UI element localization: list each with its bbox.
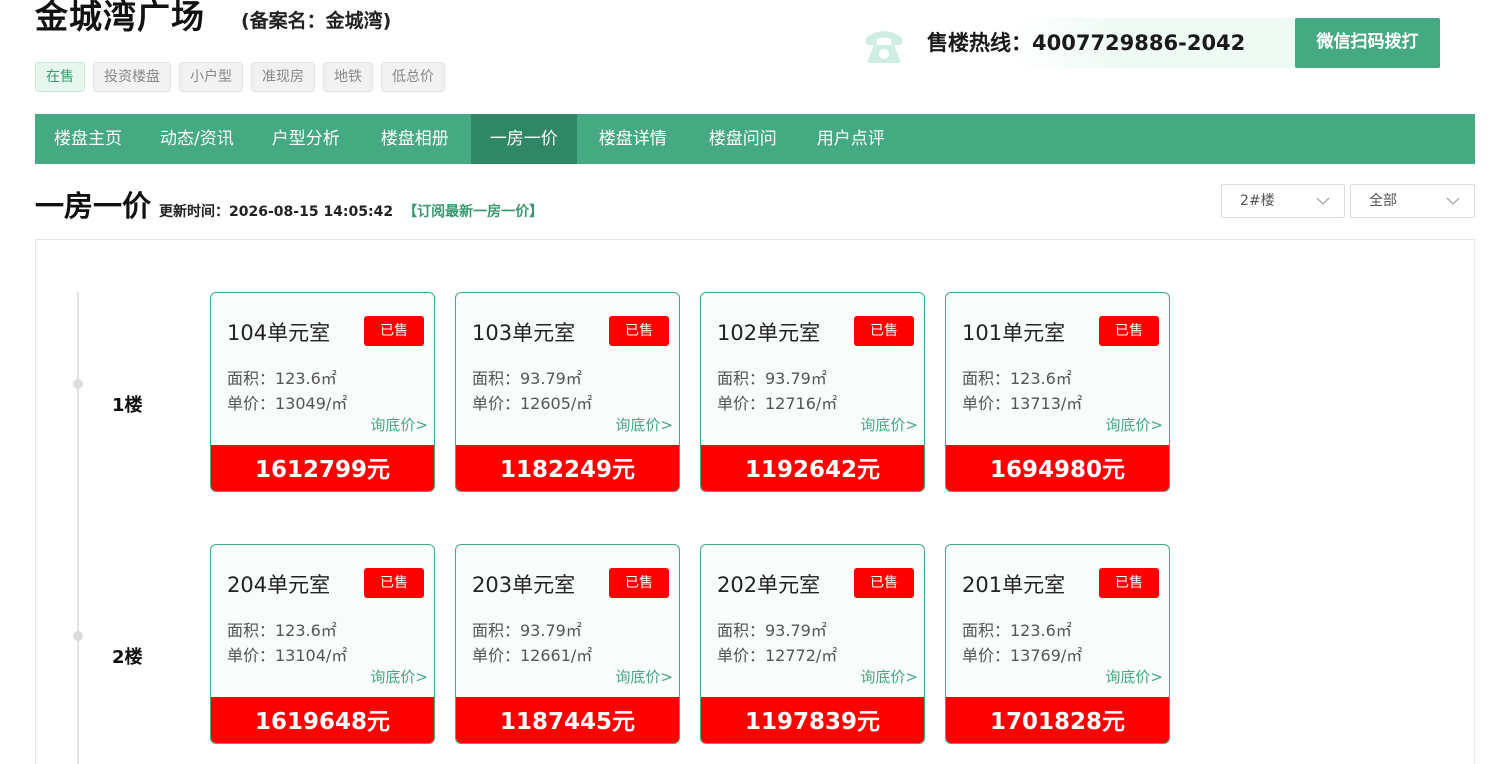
- nav-album[interactable]: 楼盘相册: [359, 114, 471, 164]
- unit-room: 202单元室: [717, 573, 821, 597]
- nav-price-list[interactable]: 一房一价: [470, 114, 577, 164]
- unit-room: 101单元室: [962, 321, 1066, 345]
- nav-details[interactable]: 楼盘详情: [577, 114, 689, 164]
- tag-on-sale: 在售: [35, 62, 85, 92]
- total-price: 1187445元: [456, 697, 679, 743]
- ask-lowest-price-link[interactable]: 询底价>: [615, 414, 673, 435]
- unit-price: 单价：12772/㎡: [717, 646, 838, 665]
- floor-timeline: [77, 292, 79, 764]
- unit-card[interactable]: 101单元室 已售 面积：123.6㎡ 单价：13713/㎡ 询底价> 1694…: [945, 292, 1170, 492]
- filter-select-value: 全部: [1369, 193, 1397, 209]
- total-price: 1694980元: [946, 445, 1169, 491]
- ask-lowest-price-link[interactable]: 询底价>: [1105, 414, 1163, 435]
- nav-reviews[interactable]: 用户点评: [797, 114, 905, 164]
- total-price: 1192642元: [701, 445, 924, 491]
- status-badge: 已售: [854, 568, 914, 598]
- status-badge: 已售: [1099, 316, 1159, 346]
- wechat-scan-call-button[interactable]: 微信扫码拨打: [1295, 18, 1440, 68]
- unit-room: 103单元室: [472, 321, 576, 345]
- hotline-text: 售楼热线：4007729886-2042: [927, 31, 1246, 55]
- floor-label: 2楼: [112, 647, 143, 668]
- tag-metro: 地铁: [323, 62, 373, 92]
- timeline-dot: [73, 379, 83, 389]
- unit-card[interactable]: 103单元室 已售 面积：93.79㎡ 单价：12605/㎡ 询底价> 1182…: [455, 292, 680, 492]
- project-alias: (备案名：金城湾): [241, 10, 392, 32]
- nav-home[interactable]: 楼盘主页: [35, 114, 141, 164]
- unit-room: 104单元室: [227, 321, 331, 345]
- tag-investment: 投资楼盘: [93, 62, 171, 92]
- unit-price: 单价：12661/㎡: [472, 646, 593, 665]
- unit-price: 单价：12716/㎡: [717, 394, 838, 413]
- project-title: 金城湾广场: [35, 0, 205, 36]
- update-time: 更新时间：2026-08-15 14:05:42: [159, 204, 394, 220]
- filter-select[interactable]: 全部: [1350, 184, 1475, 218]
- unit-card[interactable]: 102单元室 已售 面积：93.79㎡ 单价：12716/㎡ 询底价> 1192…: [700, 292, 925, 492]
- unit-area: 面积：123.6㎡: [962, 369, 1072, 388]
- building-select-value: 2#楼: [1240, 193, 1275, 209]
- tag-small-unit: 小户型: [179, 62, 243, 92]
- building-select[interactable]: 2#楼: [1221, 184, 1345, 218]
- unit-card[interactable]: 104单元室 已售 面积：123.6㎡ 单价：13049/㎡ 询底价> 1612…: [210, 292, 435, 492]
- unit-area: 面积：93.79㎡: [717, 621, 827, 640]
- ask-lowest-price-link[interactable]: 询底价>: [370, 414, 428, 435]
- ask-lowest-price-link[interactable]: 询底价>: [860, 414, 918, 435]
- status-badge: 已售: [854, 316, 914, 346]
- ask-lowest-price-link[interactable]: 询底价>: [860, 666, 918, 687]
- nav-news[interactable]: 动态/资讯: [141, 114, 253, 164]
- total-price: 1612799元: [211, 445, 434, 491]
- unit-room: 102单元室: [717, 321, 821, 345]
- unit-price: 单价：13713/㎡: [962, 394, 1083, 413]
- unit-price: 单价：13769/㎡: [962, 646, 1083, 665]
- sales-hotline: 售楼热线：4007729886-2042: [860, 18, 1295, 68]
- total-price: 1619648元: [211, 697, 434, 743]
- price-list-panel: 1楼 2楼 104单元室 已售 面积：123.6㎡ 单价：13049/㎡ 询底价…: [35, 239, 1475, 764]
- unit-area: 面积：93.79㎡: [472, 369, 582, 388]
- unit-price: 单价：12605/㎡: [472, 394, 593, 413]
- unit-area: 面积：93.79㎡: [472, 621, 582, 640]
- unit-area: 面积：123.6㎡: [962, 621, 1072, 640]
- chevron-down-icon: [1446, 197, 1460, 205]
- tag-low-total: 低总价: [381, 62, 445, 92]
- total-price: 1197839元: [701, 697, 924, 743]
- total-price: 1182249元: [456, 445, 679, 491]
- unit-area: 面积：123.6㎡: [227, 369, 337, 388]
- unit-area: 面积：123.6㎡: [227, 621, 337, 640]
- unit-card[interactable]: 202单元室 已售 面积：93.79㎡ 单价：12772/㎡ 询底价> 1197…: [700, 544, 925, 744]
- status-badge: 已售: [609, 316, 669, 346]
- tag-list: 在售 投资楼盘 小户型 准现房 地铁 低总价: [35, 62, 445, 92]
- unit-room: 201单元室: [962, 573, 1066, 597]
- tag-near-ready: 准现房: [251, 62, 315, 92]
- unit-card[interactable]: 203单元室 已售 面积：93.79㎡ 单价：12661/㎡ 询底价> 1187…: [455, 544, 680, 744]
- unit-room: 204单元室: [227, 573, 331, 597]
- status-badge: 已售: [1099, 568, 1159, 598]
- unit-room: 203单元室: [472, 573, 576, 597]
- unit-price: 单价：13104/㎡: [227, 646, 348, 665]
- ask-lowest-price-link[interactable]: 询底价>: [370, 666, 428, 687]
- chevron-down-icon: [1316, 197, 1330, 205]
- total-price: 1701828元: [946, 697, 1169, 743]
- timeline-dot: [73, 631, 83, 641]
- unit-area: 面积：93.79㎡: [717, 369, 827, 388]
- unit-card[interactable]: 201单元室 已售 面积：123.6㎡ 单价：13769/㎡ 询底价> 1701…: [945, 544, 1170, 744]
- unit-card[interactable]: 204单元室 已售 面积：123.6㎡ 单价：13104/㎡ 询底价> 1619…: [210, 544, 435, 744]
- nav-qa[interactable]: 楼盘问问: [689, 114, 797, 164]
- nav-floorplans[interactable]: 户型分析: [253, 114, 359, 164]
- status-badge: 已售: [609, 568, 669, 598]
- main-nav: 楼盘主页 动态/资讯 户型分析 楼盘相册 一房一价 楼盘详情 楼盘问问 用户点评: [35, 114, 1475, 164]
- status-badge: 已售: [364, 316, 424, 346]
- section-header: 一房一价 更新时间：2026-08-15 14:05:42 【订阅最新一房一价】: [35, 183, 543, 225]
- unit-price: 单价：13049/㎡: [227, 394, 348, 413]
- phone-icon: [866, 31, 902, 63]
- ask-lowest-price-link[interactable]: 询底价>: [1105, 666, 1163, 687]
- floor-label: 1楼: [112, 395, 143, 416]
- section-title: 一房一价: [35, 189, 152, 223]
- subscribe-link[interactable]: 【订阅最新一房一价】: [403, 201, 543, 221]
- ask-lowest-price-link[interactable]: 询底价>: [615, 666, 673, 687]
- status-badge: 已售: [364, 568, 424, 598]
